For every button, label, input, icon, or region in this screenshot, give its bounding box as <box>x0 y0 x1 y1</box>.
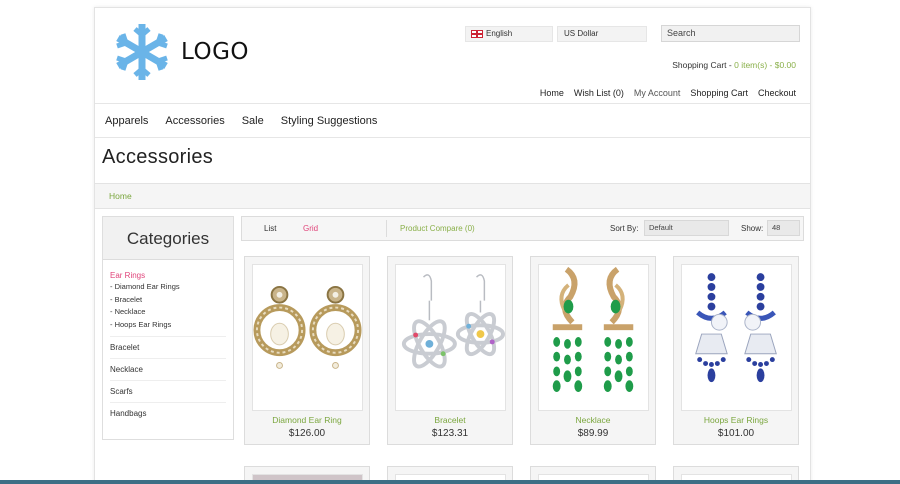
top-links: Home Wish List (0) My Account Shopping C… <box>540 88 796 98</box>
right-earring <box>309 285 362 369</box>
main-nav: Apparels Accessories Sale Styling Sugges… <box>105 115 377 127</box>
left-sapphire-earring <box>695 273 728 383</box>
currency-label: US Dollar <box>564 29 599 38</box>
left-earring <box>253 285 306 369</box>
top-link-wishlist[interactable]: Wish List (0) <box>574 88 624 98</box>
show-label: Show: <box>741 224 764 233</box>
category-ear-rings[interactable]: Ear Rings <box>110 271 226 280</box>
sapphire-earrings-image[interactable] <box>681 264 792 411</box>
page-title: Accessories <box>102 146 214 168</box>
breadcrumb-home[interactable]: Home <box>109 191 132 201</box>
product-card[interactable]: Necklace $89.99 <box>530 256 656 445</box>
product-price: $101.00 <box>717 428 755 439</box>
grid-view-button[interactable]: Grid <box>303 224 318 233</box>
category-scarfs[interactable]: Scarfs <box>110 380 226 402</box>
cart-summary-label: Shopping Cart - <box>672 60 735 70</box>
category-necklace[interactable]: Necklace <box>110 358 226 380</box>
left-emerald-earring <box>552 266 583 392</box>
snowflake-icon <box>116 24 168 80</box>
product-card[interactable]: Bracelet $123.31 <box>387 256 513 445</box>
logo-text: LOGO <box>181 39 250 65</box>
subcategory-necklace[interactable]: - Necklace <box>110 306 226 319</box>
product-card[interactable]: Hoops Ear Rings $101.00 <box>673 256 799 445</box>
sort-select[interactable]: Default <box>644 220 729 236</box>
language-label: English <box>486 29 513 38</box>
right-sapphire-earring <box>744 273 777 383</box>
product-name[interactable]: Hoops Ear Rings <box>674 415 798 425</box>
breadcrumb: Home <box>95 183 810 209</box>
page-container: LOGO English US Dollar Search Shopping C… <box>94 7 811 484</box>
category-handbags[interactable]: Handbags <box>110 402 226 424</box>
right-emerald-earring <box>603 266 634 392</box>
subcategory-bracelet[interactable]: - Bracelet <box>110 294 226 307</box>
nav-item-accessories[interactable]: Accessories <box>165 115 224 127</box>
show-select[interactable]: 48 <box>767 220 800 236</box>
product-toolbar: List Grid Product Compare (0) Sort By: D… <box>241 216 804 241</box>
nav-item-styling[interactable]: Styling Suggestions <box>281 115 378 127</box>
store-logo[interactable]: LOGO <box>108 21 249 83</box>
top-link-cart[interactable]: Shopping Cart <box>690 88 748 98</box>
search-input[interactable]: Search <box>661 25 800 42</box>
top-link-checkout[interactable]: Checkout <box>758 88 796 98</box>
sidebar-title: Categories <box>103 217 233 260</box>
cart-summary-value: 0 item(s) - $0.00 <box>734 60 796 70</box>
language-selector[interactable]: English <box>465 26 553 42</box>
top-link-home[interactable]: Home <box>540 88 564 98</box>
categories-sidebar: Categories Ear Rings - Diamond Ear Rings… <box>102 216 234 440</box>
product-name[interactable]: Diamond Ear Ring <box>245 415 369 425</box>
product-price: $126.00 <box>288 428 326 439</box>
product-name[interactable]: Bracelet <box>388 415 512 425</box>
nav-divider <box>95 137 810 138</box>
subcategory-diamond-ear-rings[interactable]: - Diamond Ear Rings <box>110 281 226 294</box>
currency-selector[interactable]: US Dollar <box>557 26 647 42</box>
uk-flag-icon <box>471 30 483 38</box>
category-bracelet[interactable]: Bracelet <box>110 336 226 358</box>
top-link-account[interactable]: My Account <box>634 88 681 98</box>
nav-item-apparels[interactable]: Apparels <box>105 115 148 127</box>
header-divider <box>95 103 810 104</box>
emerald-earrings-image[interactable] <box>538 264 649 411</box>
product-card[interactable]: Diamond Ear Ring $126.00 <box>244 256 370 445</box>
product-name[interactable]: Necklace <box>531 415 655 425</box>
search-placeholder: Search <box>667 28 696 38</box>
nav-item-sale[interactable]: Sale <box>242 115 264 127</box>
cart-summary[interactable]: Shopping Cart - 0 item(s) - $0.00 <box>672 60 796 70</box>
product-compare-link[interactable]: Product Compare (0) <box>400 224 475 233</box>
atom-earrings-image[interactable] <box>395 264 506 411</box>
pearl-earrings-image[interactable] <box>252 264 363 411</box>
subcategory-hoops-ear-rings[interactable]: - Hoops Ear Rings <box>110 319 226 332</box>
sort-label: Sort By: <box>610 224 639 233</box>
category-list: Ear Rings - Diamond Ear Rings - Bracelet… <box>103 260 233 424</box>
product-price: $123.31 <box>431 428 469 439</box>
toolbar-separator <box>386 220 387 237</box>
list-view-button[interactable]: List <box>264 224 276 233</box>
product-price: $89.99 <box>577 428 609 439</box>
os-taskbar <box>0 480 900 484</box>
